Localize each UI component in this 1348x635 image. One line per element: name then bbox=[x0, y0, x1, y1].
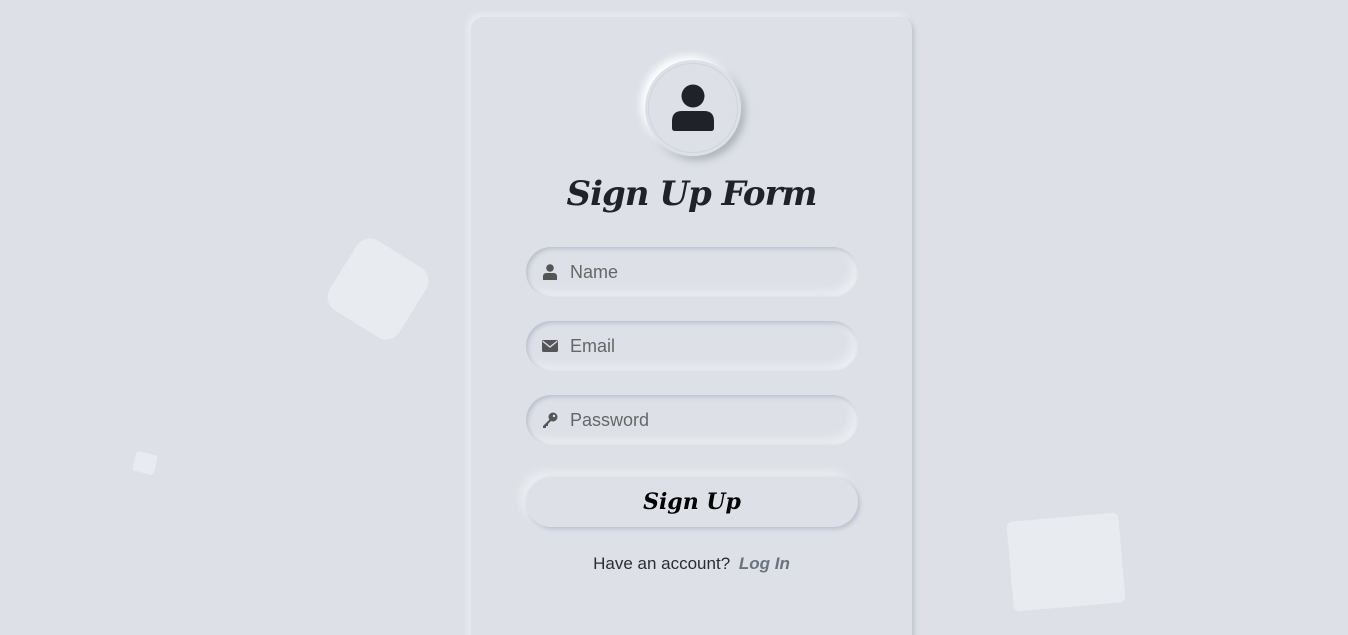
decorative-square bbox=[321, 232, 435, 346]
email-field[interactable] bbox=[526, 321, 858, 371]
password-input[interactable] bbox=[570, 409, 840, 431]
decorative-square bbox=[131, 450, 159, 476]
page: Sign Up Form Name Email Sign Up Have an … bbox=[0, 0, 1348, 635]
key-icon bbox=[542, 412, 558, 428]
page-title: Sign Up Form bbox=[566, 174, 818, 214]
signup-button[interactable]: Sign Up bbox=[526, 477, 858, 527]
name-input[interactable] bbox=[570, 261, 840, 283]
user-icon bbox=[672, 84, 714, 131]
signup-card: Sign Up Form Name Email Sign Up Have an … bbox=[471, 17, 912, 635]
user-icon bbox=[542, 264, 558, 280]
password-field[interactable] bbox=[526, 395, 858, 445]
footer-text: Have an account? bbox=[593, 554, 731, 573]
envelope-icon bbox=[542, 338, 558, 354]
name-field[interactable] bbox=[526, 247, 858, 297]
email-input[interactable] bbox=[570, 335, 840, 357]
login-link[interactable]: Log In bbox=[739, 554, 790, 573]
avatar bbox=[645, 60, 741, 156]
login-prompt: Have an account? Log In bbox=[471, 554, 912, 574]
decorative-square bbox=[1006, 512, 1126, 612]
